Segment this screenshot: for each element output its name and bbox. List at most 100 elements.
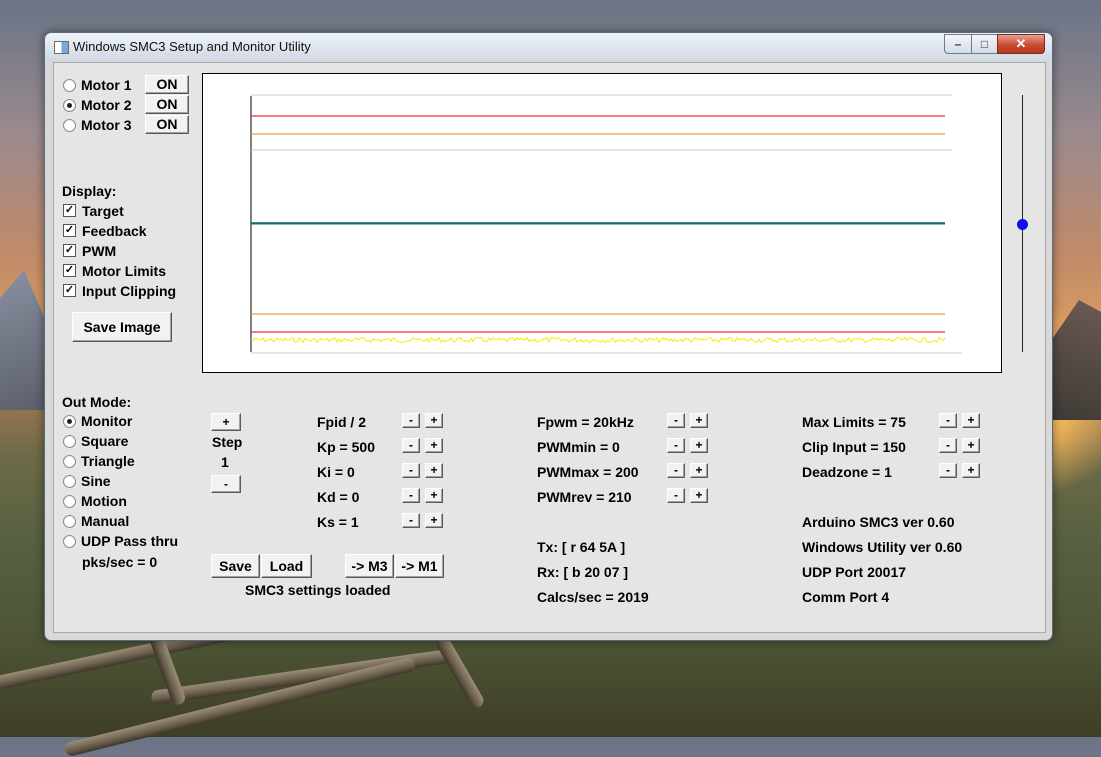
mode-udp-radio[interactable] [63, 535, 76, 548]
ki-minus-button[interactable]: - [402, 463, 420, 478]
pwmmax-minus-button[interactable]: - [667, 463, 685, 478]
clip-input-plus-button[interactable]: + [962, 438, 980, 453]
motor-2-label: Motor 2 [81, 97, 132, 113]
fpid-minus-button[interactable]: - [402, 413, 420, 428]
comm-port: Comm Port 4 [802, 589, 890, 605]
fence-post [433, 633, 487, 711]
minimize-icon: – [954, 37, 962, 51]
pwmmin-minus-button[interactable]: - [667, 438, 685, 453]
input-clipping-checkbox[interactable]: ✓ [63, 284, 76, 297]
mode-manual-radio[interactable] [63, 515, 76, 528]
fpwm-minus-button[interactable]: - [667, 413, 685, 428]
calcs-per-sec: Calcs/sec = 2019 [537, 589, 649, 605]
mode-square-radio[interactable] [63, 435, 76, 448]
graph-canvas [250, 94, 962, 354]
rx-readout: Rx: [ b 20 07 ] [537, 564, 629, 580]
step-minus-button[interactable]: - [211, 475, 241, 493]
mode-udp-label: UDP Pass thru [81, 533, 178, 549]
motor-1-label: Motor 1 [81, 77, 132, 93]
deadzone-minus-button[interactable]: - [939, 463, 957, 478]
max-limits-value: Max Limits = 75 [802, 414, 906, 430]
arduino-version: Arduino SMC3 ver 0.60 [802, 514, 955, 530]
ks-value: Ks = 1 [317, 514, 359, 530]
tx-readout: Tx: [ r 64 5A ] [537, 539, 626, 555]
kd-minus-button[interactable]: - [402, 488, 420, 503]
motor-2-radio[interactable] [63, 99, 76, 112]
mode-sine-radio[interactable] [63, 475, 76, 488]
pwm-label: PWM [82, 243, 117, 259]
mode-square-label: Square [81, 433, 129, 449]
app-window: Windows SMC3 Setup and Monitor Utility –… [44, 32, 1053, 641]
pwmmax-plus-button[interactable]: + [690, 463, 708, 478]
motor-limits-checkbox[interactable]: ✓ [63, 264, 76, 277]
kp-plus-button[interactable]: + [425, 438, 443, 453]
mode-manual-label: Manual [81, 513, 130, 529]
out-mode-heading: Out Mode: [62, 394, 132, 410]
motor-1-radio[interactable] [63, 79, 76, 92]
settings-status: SMC3 settings loaded [245, 582, 391, 598]
copy-to-m1-button[interactable]: -> M1 [395, 554, 444, 578]
close-button[interactable]: ✕ [997, 34, 1045, 54]
pwmmin-plus-button[interactable]: + [690, 438, 708, 453]
kp-minus-button[interactable]: - [402, 438, 420, 453]
target-checkbox[interactable]: ✓ [63, 204, 76, 217]
mode-sine-label: Sine [81, 473, 111, 489]
deadzone-value: Deadzone = 1 [802, 464, 892, 480]
mode-motion-radio[interactable] [63, 495, 76, 508]
monitor-graph [202, 73, 1002, 373]
save-image-button[interactable]: Save Image [72, 312, 172, 342]
client-area: Motor 1 ON Motor 2 ON Motor 3 ON Display… [53, 62, 1046, 633]
fence-rail [63, 656, 417, 757]
pwmrev-plus-button[interactable]: + [690, 488, 708, 503]
mode-triangle-radio[interactable] [63, 455, 76, 468]
motor-3-on-button[interactable]: ON [145, 115, 189, 134]
fpid-plus-button[interactable]: + [425, 413, 443, 428]
udp-port: UDP Port 20017 [802, 564, 907, 580]
motor-2-on-button[interactable]: ON [145, 95, 189, 114]
minimize-button[interactable]: – [944, 34, 972, 54]
fpwm-value: Fpwm = 20kHz [537, 414, 634, 430]
max-limits-minus-button[interactable]: - [939, 413, 957, 428]
ki-plus-button[interactable]: + [425, 463, 443, 478]
kd-value: Kd = 0 [317, 489, 360, 505]
kd-plus-button[interactable]: + [425, 488, 443, 503]
kp-value: Kp = 500 [317, 439, 375, 455]
pwmmax-value: PWMmax = 200 [537, 464, 639, 480]
pwmrev-value: PWMrev = 210 [537, 489, 632, 505]
display-heading: Display: [62, 183, 117, 199]
pwm-trace [250, 336, 946, 344]
deadzone-plus-button[interactable]: + [962, 463, 980, 478]
maximize-button[interactable]: □ [971, 34, 998, 54]
ks-minus-button[interactable]: - [402, 513, 420, 528]
mode-monitor-label: Monitor [81, 413, 133, 429]
motor-3-label: Motor 3 [81, 117, 132, 133]
feedback-checkbox[interactable]: ✓ [63, 224, 76, 237]
pwm-checkbox[interactable]: ✓ [63, 244, 76, 257]
step-value: 1 [221, 454, 229, 470]
clip-input-value: Clip Input = 150 [802, 439, 906, 455]
utility-version: Windows Utility ver 0.60 [802, 539, 963, 555]
motor-3-radio[interactable] [63, 119, 76, 132]
motor-limits-label: Motor Limits [82, 263, 166, 279]
close-icon: ✕ [1015, 36, 1027, 51]
mode-motion-label: Motion [81, 493, 127, 509]
motor-1-on-button[interactable]: ON [145, 75, 189, 94]
slider-thumb[interactable] [1017, 218, 1028, 230]
step-plus-button[interactable]: + [211, 413, 241, 431]
maximize-icon: □ [980, 37, 989, 51]
load-settings-button[interactable]: Load [261, 554, 312, 578]
app-icon [54, 41, 69, 54]
window-title: Windows SMC3 Setup and Monitor Utility [73, 39, 311, 54]
max-limits-plus-button[interactable]: + [962, 413, 980, 428]
mode-monitor-radio[interactable] [63, 415, 76, 428]
ks-plus-button[interactable]: + [425, 513, 443, 528]
feedback-label: Feedback [82, 223, 147, 239]
copy-to-m3-button[interactable]: -> M3 [345, 554, 394, 578]
fpwm-plus-button[interactable]: + [690, 413, 708, 428]
save-settings-button[interactable]: Save [211, 554, 260, 578]
input-clipping-label: Input Clipping [82, 283, 177, 299]
ki-value: Ki = 0 [317, 464, 355, 480]
pwmrev-minus-button[interactable]: - [667, 488, 685, 503]
clip-input-minus-button[interactable]: - [939, 438, 957, 453]
pks-per-sec: pks/sec = 0 [82, 554, 158, 570]
